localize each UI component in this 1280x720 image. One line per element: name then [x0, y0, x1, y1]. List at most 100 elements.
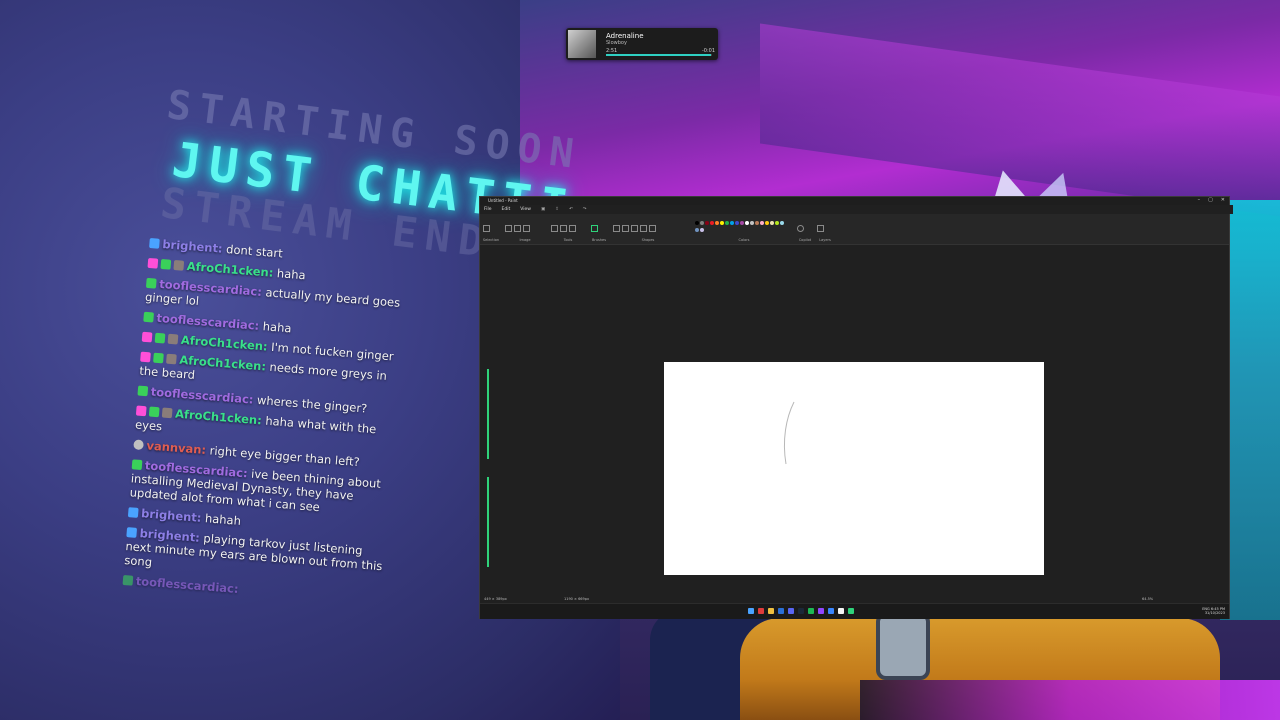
group-colors[interactable]: Colors	[694, 218, 794, 242]
color-swatch[interactable]	[744, 220, 749, 225]
brush-icon[interactable]	[591, 225, 598, 232]
system-tray[interactable]: ENG 6:45 PM 31/10/2023	[1202, 607, 1225, 615]
window-title: Untitled - Paint	[488, 198, 518, 203]
triangle-shape-icon[interactable]	[640, 225, 647, 232]
menu-bar: File Edit View ▣ ⇪ ↶ ↷	[480, 205, 1233, 214]
layers-icon[interactable]	[817, 225, 824, 232]
color-swatch[interactable]	[764, 220, 769, 225]
color-swatch[interactable]	[719, 220, 724, 225]
status-bar: 449 × 389px 1190 × 669px 64.5%	[480, 595, 1229, 603]
minimize-icon[interactable]: –	[1198, 197, 1201, 203]
zoom-level[interactable]: 64.5%	[1142, 597, 1153, 601]
media-player-widget[interactable]: Adrenaline Slowboy 2:51 -0:01	[566, 28, 718, 60]
group-image[interactable]: Image	[504, 218, 546, 242]
folder-icon[interactable]	[768, 608, 774, 614]
undo-icon[interactable]: ↶	[569, 207, 573, 212]
start-icon[interactable]	[748, 608, 754, 614]
track-artist: Slowboy	[606, 40, 627, 46]
selection-icon[interactable]	[483, 225, 490, 232]
maximize-icon[interactable]: ▢	[1208, 197, 1213, 203]
chat-username: AfroCh1cken	[174, 406, 258, 427]
group-label: Image	[519, 238, 531, 242]
color-swatch[interactable]	[694, 220, 699, 225]
crop-icon[interactable]	[505, 225, 512, 232]
ribbon: Selection Image Tools Brushes Shapes Col…	[480, 214, 1229, 245]
group-brushes[interactable]: Brushes	[590, 218, 608, 242]
copilot-icon[interactable]	[797, 225, 804, 232]
opacity-rail[interactable]	[487, 477, 489, 567]
group-shapes[interactable]: Shapes	[612, 218, 684, 242]
paint-window: Untitled - Paint – ▢ ✕ File Edit View ▣ …	[479, 196, 1233, 619]
redo-icon[interactable]: ↷	[583, 207, 587, 212]
line-shape-icon[interactable]	[613, 225, 620, 232]
clock-date[interactable]: 31/10/2023	[1202, 611, 1225, 615]
color-swatch[interactable]	[699, 227, 704, 232]
steam-icon[interactable]	[798, 608, 804, 614]
color-swatch[interactable]	[759, 220, 764, 225]
star-shape-icon[interactable]	[649, 225, 656, 232]
color-swatch[interactable]	[699, 220, 704, 225]
group-layers[interactable]: Layers	[816, 218, 834, 242]
canvas-area	[480, 245, 1229, 597]
group-tools[interactable]: Tools	[550, 218, 586, 242]
spotify-icon[interactable]	[808, 608, 814, 614]
close-icon[interactable]: ✕	[1221, 197, 1225, 203]
store-icon[interactable]	[778, 608, 784, 614]
size-rail[interactable]	[487, 369, 489, 459]
rect-shape-icon[interactable]	[622, 225, 629, 232]
group-selection[interactable]: Selection	[482, 218, 500, 242]
color-swatch[interactable]	[724, 220, 729, 225]
twitch-icon[interactable]	[818, 608, 824, 614]
color-swatch[interactable]	[749, 220, 754, 225]
app-icon[interactable]	[828, 608, 834, 614]
discord-icon[interactable]	[788, 608, 794, 614]
color-swatch[interactable]	[769, 220, 774, 225]
fill-icon[interactable]	[560, 225, 567, 232]
color-swatch[interactable]	[694, 227, 699, 232]
badge-icon	[154, 332, 166, 344]
track-progress-fill	[606, 54, 711, 56]
chat-text: I'm not fucken ginger	[270, 339, 395, 364]
color-swatch[interactable]	[714, 220, 719, 225]
badge-icon	[141, 331, 153, 343]
group-copilot[interactable]: Copilot	[796, 218, 814, 242]
color-swatch[interactable]	[704, 220, 709, 225]
save-icon[interactable]: ▣	[541, 207, 545, 212]
color-swatch[interactable]	[734, 220, 739, 225]
rotate-icon[interactable]	[523, 225, 530, 232]
menu-edit[interactable]: Edit	[502, 207, 511, 212]
color-swatch[interactable]	[779, 220, 784, 225]
chat-username: brighent	[140, 506, 198, 525]
paint-icon[interactable]	[848, 608, 854, 614]
color-swatch[interactable]	[774, 220, 779, 225]
menu-view[interactable]: View	[520, 207, 531, 212]
color-palette[interactable]	[694, 218, 784, 232]
chat-username: tooflesscardiac	[150, 384, 250, 407]
track-progress-bar[interactable]	[606, 54, 712, 56]
drawing-canvas[interactable]	[664, 362, 1044, 575]
obs-icon[interactable]	[838, 608, 844, 614]
color-swatch[interactable]	[709, 220, 714, 225]
ellipse-shape-icon[interactable]	[631, 225, 638, 232]
menu-file[interactable]: File	[484, 207, 492, 212]
badge-icon	[149, 237, 160, 249]
share-icon[interactable]: ⇪	[555, 207, 559, 212]
resize-icon[interactable]	[514, 225, 521, 232]
group-label: Selection	[482, 238, 500, 242]
selection-size: 449 × 389px	[484, 597, 507, 601]
badge-icon	[167, 333, 179, 345]
group-label: Tools	[563, 238, 573, 242]
color-swatch[interactable]	[729, 220, 734, 225]
group-label: Brushes	[591, 238, 607, 242]
browser-icon[interactable]	[758, 608, 764, 614]
badge-icon	[166, 353, 177, 365]
track-title: Adrenaline	[606, 32, 644, 40]
taskbar-apps	[748, 608, 854, 614]
chat-feed: brighent: dont start AfroCh1cken: haha t…	[122, 236, 409, 613]
color-swatch[interactable]	[754, 220, 759, 225]
badge-icon	[145, 277, 157, 289]
pencil-icon[interactable]	[551, 225, 558, 232]
color-swatch[interactable]	[739, 220, 744, 225]
text-icon[interactable]	[569, 225, 576, 232]
brush-size-slider[interactable]	[486, 365, 490, 575]
